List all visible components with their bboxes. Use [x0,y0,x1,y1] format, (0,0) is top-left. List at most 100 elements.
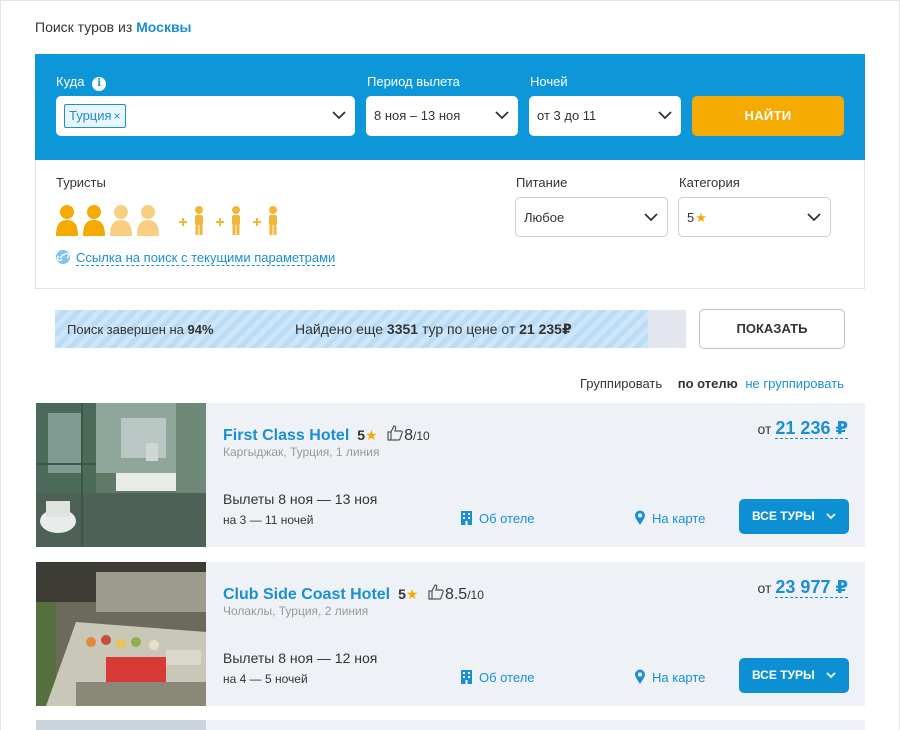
search-link-text[interactable]: Ссылка на поиск с текущими параметрами [76,250,336,266]
destination-tag[interactable]: Турция × [64,104,126,128]
rating-of: /10 [412,429,430,443]
hotel-card-partial [36,720,865,730]
hotel-name[interactable]: Club Side Coast Hotel [223,586,390,603]
meal-select[interactable]: Любое [515,197,668,237]
adult-unselected-icon[interactable] [109,204,133,236]
destination-label: Куда [56,74,85,89]
rating-of: /10 [467,588,484,602]
category-value: 5 [687,210,695,225]
hotel-card: First Class Hotel 5★ 8/10 Каргыджак, Турц… [36,403,865,547]
period-value: 8 ноя – 13 ноя [374,108,461,123]
period-label: Период вылета [367,74,460,89]
hotel-price: от 21 236 ₽ [758,418,848,439]
about-hotel-label: Об отеле [479,511,535,526]
destination-label-row: Куда i [56,74,107,91]
hotel-location: Каргыджак, Турция, 1 линия [223,445,380,459]
rating-value: 8.5 [444,586,468,603]
map-link[interactable]: На карте [634,669,705,685]
find-button[interactable]: НАЙТИ [692,96,844,136]
chevron-down-icon [494,109,510,121]
price-value[interactable]: 21 236 ₽ [775,418,848,439]
chevron-down-icon [657,109,673,121]
grouping-label: Группировать [580,376,663,391]
map-label: На карте [652,511,706,526]
nights-label: Ночей [530,74,568,89]
star-icon: ★ [695,210,707,225]
found-price: 21 235₽ [519,321,572,337]
hotel-photo[interactable] [36,562,206,706]
price-prefix: от [757,421,772,437]
all-tours-label: ВСЕ ТУРЫ [751,668,815,682]
building-icon [461,511,472,525]
period-select[interactable]: 8 ноя – 13 ноя [366,96,518,136]
chevron-down-icon[interactable] [331,109,347,121]
adult-unselected-icon[interactable] [136,204,160,236]
star-icon: ★ [405,586,419,602]
found-prefix: Найдено еще [295,321,384,337]
hotel-name-row: Club Side Coast Hotel 5★ 8.5/10 [223,583,484,604]
destination-field[interactable]: Турция × [56,96,355,136]
progress-percent: 94% [187,322,214,337]
hotel-name[interactable]: First Class Hotel [223,427,349,444]
chevron-down-icon [826,513,836,520]
about-hotel-link[interactable]: Об отеле [460,669,535,685]
thumbs-up-icon [428,584,444,600]
hotel-stars: 5★ [357,427,377,444]
remove-tag-icon[interactable]: × [114,109,121,123]
hotel-location: Чолаклы, Турция, 2 линия [223,604,369,618]
hotel-rating: 8/10 [386,424,430,445]
destination-tag-label: Турция [69,108,112,123]
hotel-price: от 23 977 ₽ [758,577,848,598]
about-hotel-link[interactable]: Об отеле [460,510,535,526]
all-tours-button[interactable]: ВСЕ ТУРЫ [739,658,849,693]
add-child-icon[interactable] [177,204,209,236]
chevron-down-icon [806,211,822,223]
search-link[interactable]: Ссылка на поиск с текущими параметрами [56,250,336,266]
map-label: На карте [652,670,706,685]
about-hotel-label: Об отеле [479,670,535,685]
meal-value: Любое [524,210,565,225]
found-mid: тур по цене от [421,321,516,337]
category-select[interactable]: 5★ [678,197,831,237]
hotel-card: Club Side Coast Hotel 5★ 8.5/10 Чолаклы, … [36,562,865,706]
rating-value: 8 [404,427,413,444]
search-progress-bar: Поиск завершен на 94% Найдено еще 3351 т… [55,310,686,348]
progress-prefix: Поиск завершен на [67,322,184,337]
found-summary: Найдено еще 3351 тур по цене от 21 235₽ [295,321,572,338]
tourists-label: Туристы [56,175,106,190]
grouping-controls: Группировать по отелю не группировать [580,376,844,391]
map-pin-icon [635,510,645,525]
chevron-down-icon [643,211,659,223]
map-link[interactable]: На карте [634,510,705,526]
add-child-icon[interactable] [214,204,246,236]
hotel-photo[interactable] [36,403,206,547]
departure-city-link[interactable]: Москвы [136,19,191,35]
category-label: Категория [679,175,740,190]
stars-value: 5 [357,427,366,443]
link-icon [56,250,70,264]
price-prefix: от [757,580,772,596]
adult-selected-icon[interactable] [55,204,79,236]
hotel-stars: 5★ [398,586,418,603]
page-title: Поиск туров из Москвы [35,19,192,35]
info-icon[interactable]: i [92,77,107,91]
hotel-nights: на 4 — 5 ночей [223,672,308,686]
category-value-row: 5★ [687,210,707,226]
all-tours-button[interactable]: ВСЕ ТУРЫ [739,499,849,534]
stars-value: 5 [398,586,406,602]
hotel-dates: Вылеты 8 ноя — 13 ноя [223,491,378,507]
price-value[interactable]: 23 977 ₽ [775,577,848,598]
adult-selected-icon[interactable] [82,204,106,236]
building-icon [461,670,472,684]
hotel-rating: 8.5/10 [427,583,484,604]
nights-select[interactable]: от 3 до 11 [529,96,681,136]
chevron-down-icon [826,672,836,679]
meal-label: Питание [516,175,568,190]
hotel-photo [36,720,206,730]
show-button[interactable]: ПОКАЗАТЬ [699,309,845,349]
nights-value: от 3 до 11 [537,108,597,123]
no-grouping-link[interactable]: не группировать [745,376,844,391]
add-child-icon[interactable] [251,204,283,236]
group-by-hotel[interactable]: по отелю [678,376,738,391]
map-pin-icon [635,669,645,684]
